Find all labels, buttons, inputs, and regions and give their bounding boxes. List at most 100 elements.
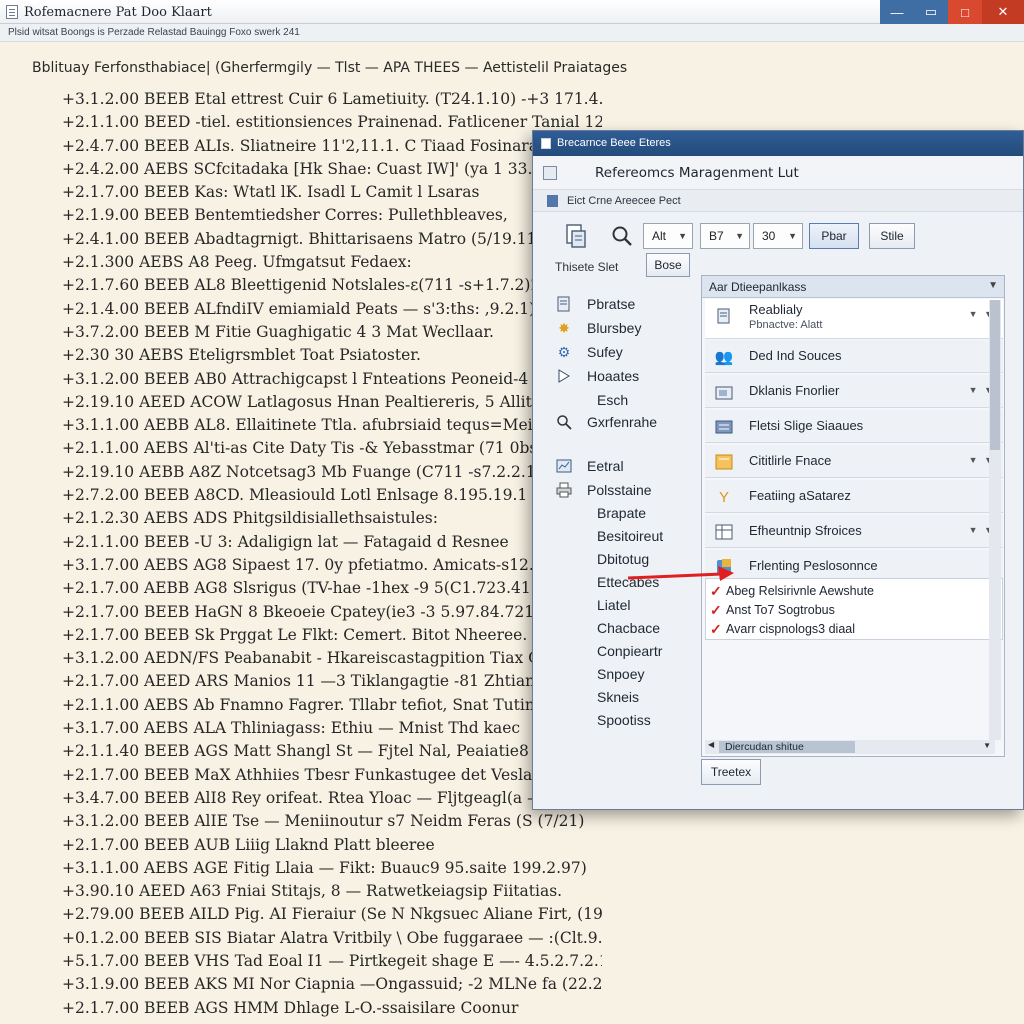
size-select[interactable]: 30 ▼ [753,223,803,249]
panel-row[interactable]: Cititlirle Fnace ▼ ▼ [705,445,1003,478]
reference-entry[interactable]: +3.1.2.00 AEDN/FS Peabanabit - Hkareisca… [62,647,602,670]
sidebar-item-label: Sufey [587,344,623,360]
reference-entry[interactable]: +2.1.7.00 BEEB AGS HMM Dhlage L-O.-ssais… [62,997,602,1020]
sidebar-item[interactable]: Polsstaine [555,479,652,501]
reference-entry[interactable]: +2.79.00 BEEB AILD Pig. AI Fieraiur (Se … [62,903,602,926]
reference-entry[interactable]: +3.4.7.00 BEEB AlI8 Rey orifeat. Rtea Yl… [62,787,602,810]
reference-entry[interactable]: +2.1.7.00 AEED ARS Manios 11 —3 Tiklanga… [62,670,602,693]
panel-row[interactable]: Y Featiing aSatarez [705,480,1003,513]
reference-entry[interactable]: +2.1.9.00 BEEB Bentemtiedsher Corres: Pu… [62,204,602,227]
reference-entry[interactable]: +3.1.7.00 AEBS ALA Thliniagass: Ethiu — … [62,717,602,740]
style-select[interactable]: B7 ▼ [700,223,750,249]
reference-entry[interactable]: +3.1.150 BEEB ABS KCNvd Finpertelaldi. P… [62,1020,602,1024]
horizontal-scrollbar[interactable]: ◀ Diercudan shitue ▼ [705,740,995,754]
document-icon [713,306,735,326]
details-panel: Aar Dtieepanlkass ▼ Reablialy Pbnactve: A… [701,275,1005,757]
reference-entry[interactable]: +2.1.1.00 AEBS Ab Fnamno Fagrer. Tllabr … [62,694,602,717]
sidebar-item-label: Skneis [597,689,640,705]
reference-entry[interactable]: +2.1.7.60 BEEB AL8 Bleettigenid Notslale… [62,274,602,297]
sidebar-item[interactable]: Esch [555,389,628,411]
sidebar-item[interactable]: Snpoey [555,663,644,685]
reference-entry[interactable]: +2.1.1.00 AEBS Al'ti-as Cite Daty Tis -&… [62,437,602,460]
sidebar-item[interactable]: Besitoireut [555,525,663,547]
reference-entry[interactable]: +3.1.2.00 BEEB Etal ettrest Cuir 6 Lamet… [62,88,602,111]
sidebar-item[interactable]: Skneis [555,686,639,708]
bookmark-icon [547,195,558,207]
sidebar-item[interactable]: Gxrfenrahe [555,411,657,433]
chevron-down-icon: ▼ [988,280,998,291]
reference-entry[interactable]: +3.1.1.00 AEBS AGE Fitig Llaia — Fikt: B… [62,857,602,880]
dialog-titlebar[interactable]: Brecarnce Beee Eteres [533,131,1023,156]
reference-entry[interactable]: +2.1.7.00 BEEB HaGN 8 Bkeoeie Cpatey(ie3… [62,601,602,624]
reference-entry[interactable]: +5.1.7.00 BEEB VHS Tad Eoal I1 — Pirtkeg… [62,950,602,973]
reference-entry[interactable]: +3.1.2.00 BEEB AlIE Tse — Meniinoutur s7… [62,810,602,833]
reference-entry[interactable]: +2.1.1.40 BEEB AGS Matt Shangl St — Fjte… [62,740,602,763]
reference-entry[interactable]: +2.1.2.30 AEBS ADS Phitgsildisiallethsai… [62,507,602,530]
restore-button[interactable]: □ [948,0,982,24]
reference-entry[interactable]: +3.1.2.00 BEEB AB0 Attrachigcapst l Fnte… [62,368,602,391]
reference-entry[interactable]: +2.19.10 AEBB A8Z Notcetsag3 Mb Fuange (… [62,461,602,484]
search-icon[interactable] [609,223,635,249]
arrow-down-icon[interactable]: ▼ [983,741,991,750]
apply-button[interactable]: Pbar [809,223,859,249]
reference-entry[interactable]: +0.1.2.00 BEEB SIS Biatar Alatra Vritbil… [62,927,602,950]
document-icon [541,138,551,149]
reference-entry[interactable]: +2.1.7.00 AEBB AG8 Slsrigus (TV-hae -1he… [62,577,602,600]
base-button[interactable]: Bose [646,253,690,277]
text-button[interactable]: Treetex [701,759,761,785]
minimize-button[interactable]: — [880,0,914,24]
check-item[interactable]: ✓ Avarr cispnologs3 diaal [710,619,855,639]
panel-row[interactable]: Dklanis Fnorlier ▼ ▼ [705,375,1003,408]
reference-entry[interactable]: +2.7.2.00 BEEB A8CD. Mleasiould Lotl Enl… [62,484,602,507]
reference-entry[interactable]: +2.30 30 AEBS Eteligrsmblet Toat Psiatos… [62,344,602,367]
toolbar-path-text: Plsid witsat Boongs is Perzade Relastad … [8,27,300,38]
reference-entry[interactable]: +3.90.10 AEED A63 Fniai Stitajs, 8 — Rat… [62,880,602,903]
reference-entry[interactable]: +2.1.7.00 BEEB AUB Liiig Llaknd Platt bl… [62,834,602,857]
sidebar-item[interactable]: ✸ Blursbey [555,317,641,339]
reference-entry[interactable]: +2.1.7.00 BEEB Sk Prggat Le Flkt: Cemert… [62,624,602,647]
font-select[interactable]: Alt ▼ [643,223,693,249]
panel-row[interactable]: 👥 Ded Ind Souces [705,340,1003,373]
sidebar-item[interactable]: Eetral [555,455,624,477]
sidebar-item-label: Brapate [597,505,647,521]
style-button[interactable]: Stile [869,223,915,249]
document-tree-icon[interactable] [563,223,589,249]
reference-entry[interactable]: +3.7.2.00 BEEB M Fitie Guaghigatic 4 3 M… [62,321,602,344]
close-button[interactable]: ✕ [982,0,1024,24]
vertical-scrollbar[interactable] [989,300,1001,740]
sidebar-item-label: Pbratse [587,296,636,312]
sidebar-item[interactable]: Chacbace [555,617,660,639]
maximize-button[interactable]: ▭ [914,0,948,24]
reference-entry[interactable]: +3.1.9.00 BEEB AKS MI Nor Ciapnia —Ongas… [62,973,602,996]
panel-row[interactable]: Fletsi Slige Siaaues [705,410,1003,443]
reference-entry[interactable]: +2.4.1.00 BEEB Abadtagrnigt. Bhittarisae… [62,228,602,251]
reference-entry[interactable]: +3.1.7.00 AEBS AG8 Sipaest 17. 0y pfetia… [62,554,602,577]
panel-row[interactable]: Efheuntnip Sfroices ▼ ▼ [705,515,1003,548]
check-item[interactable]: ✓ Anst To7 Sogtrobus [710,600,835,620]
sidebar-item[interactable]: Conpieartr [555,640,662,662]
sidebar-item[interactable]: ⚙ Sufey [555,341,623,363]
sidebar-item[interactable]: Pbratse [555,293,635,315]
reference-entry[interactable]: +2.19.10 AEED ACOW Latlagosus Hnan Pealt… [62,391,602,414]
reference-entry[interactable]: +2.1.1.00 BEEB -U 3: Adaligign lat — Fat… [62,531,602,554]
arrow-left-icon[interactable]: ◀ [708,740,714,749]
reference-entry[interactable]: +2.4.7.00 BEEB ALIs. Sliatneire 11'2,11.… [62,135,602,158]
reference-entry[interactable]: +2.1.7.00 BEEB MaX Athhiies Tbesr Funkas… [62,764,602,787]
main-titlebar: Rofemacnere Pat Doo Klaart — ▭ □ ✕ [0,0,1024,24]
reference-entry[interactable]: +2.1.7.00 BEEB Kas: Wtatl lK. Isadl L Ca… [62,181,602,204]
reference-entry[interactable]: +2.1.1.00 BEED -tiel. estitionsiences Pr… [62,111,602,134]
sidebar-item[interactable]: Brapate [555,502,646,524]
reference-entry[interactable]: +2.1.300 AEBS A8 Peeg. Ufmgatsut Fedaex: [62,251,602,274]
sidebar-item[interactable]: Spootiss [555,709,651,731]
sidebar-item[interactable]: Liatel [555,594,630,616]
dialog-subbar: Eict Crne Areecee Pect [533,190,1023,212]
reference-entry[interactable]: +2.1.4.00 BEEB ALfndiIV emiamiald Peats … [62,298,602,321]
panel-header[interactable]: Aar Dtieepanlkass ▼ [702,276,1004,298]
panel-row[interactable]: Reablialy Pbnactve: Alatt ▼ ▼ [705,299,1003,339]
hscroll-label: Diercudan shitue [725,741,804,753]
sidebar-item[interactable]: Hoaates [555,365,639,387]
reference-entry[interactable]: +2.4.2.00 AEBS SCfcitadaka [Hk Shae: Cua… [62,158,602,181]
sidebar-item-label: Eetral [587,458,624,474]
scroll-thumb[interactable] [990,300,1000,450]
reference-entry[interactable]: +3.1.1.00 AEBB AL8. Ellaitinete Ttla. af… [62,414,602,437]
